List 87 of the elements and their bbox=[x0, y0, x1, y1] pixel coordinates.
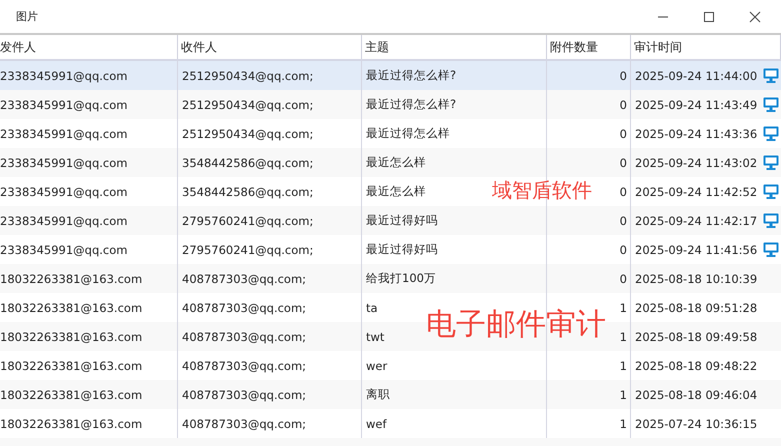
table-cell: 0 bbox=[620, 184, 627, 198]
table-cell: 1 bbox=[620, 416, 627, 430]
column-header[interactable]: 审计时间 bbox=[631, 35, 781, 59]
table-cell: 1 bbox=[620, 330, 627, 344]
table-cell: 2025-08-18 09:49:58 bbox=[635, 330, 758, 344]
table-cell: 408787303@qq.com; bbox=[182, 388, 306, 402]
table-cell: 0 bbox=[620, 242, 627, 256]
table-cell: 最近怎么样 bbox=[366, 184, 426, 199]
monitor-icon[interactable] bbox=[763, 242, 779, 257]
table-row[interactable]: 2338345991@qq.com 2512950434@qq.com; 最近过得怎么样? 0 2025-09-24 11:44:00 bbox=[0, 61, 781, 90]
table-cell: 2025-08-18 09:48:22 bbox=[635, 358, 758, 372]
table-cell: 2025-07-24 10:36:15 bbox=[635, 416, 758, 430]
table-cell: 2025-09-24 11:43:02 bbox=[635, 156, 758, 170]
table-cell: 1 bbox=[620, 358, 627, 372]
table-cell: 2338345991@qq.com bbox=[0, 184, 128, 198]
table-row[interactable]: 2338345991@qq.com 2795760241@qq.com; 最近过得好吗 0 2025-09-24 11:42:17 bbox=[0, 206, 781, 235]
monitor-icon[interactable] bbox=[763, 184, 779, 199]
table-cell: 2338345991@qq.com bbox=[0, 126, 128, 140]
table-cell: 3548442586@qq.com; bbox=[182, 184, 314, 198]
table-cell: 18032263381@163.com bbox=[0, 358, 142, 372]
table-cell: 2512950434@qq.com; bbox=[182, 98, 314, 112]
table-cell: 最近怎么样 bbox=[366, 155, 426, 170]
table-cell: 2025-09-24 11:44:00 bbox=[635, 68, 758, 82]
column-header[interactable]: 收件人 bbox=[178, 35, 362, 59]
table-cell: ta bbox=[366, 300, 378, 314]
table-cell: wef bbox=[366, 416, 387, 430]
table-cell: 2025-09-24 11:43:49 bbox=[635, 98, 758, 112]
annotation-text: 域智盾软件 bbox=[492, 177, 592, 204]
table-cell: 18032263381@163.com bbox=[0, 300, 142, 314]
monitor-icon[interactable] bbox=[763, 213, 779, 228]
table-cell: 408787303@qq.com; bbox=[182, 416, 306, 430]
table-cell: twt bbox=[366, 330, 384, 344]
table-cell: 408787303@qq.com; bbox=[182, 300, 306, 314]
table-cell: 18032263381@163.com bbox=[0, 272, 142, 286]
table-cell: 2338345991@qq.com bbox=[0, 242, 128, 256]
monitor-icon[interactable] bbox=[763, 155, 779, 170]
table-cell: 2795760241@qq.com; bbox=[182, 214, 314, 228]
monitor-icon[interactable] bbox=[763, 68, 779, 83]
table-cell: 2025-08-18 10:10:39 bbox=[635, 272, 758, 286]
table-cell: 3548442586@qq.com; bbox=[182, 156, 314, 170]
table-cell: 2338345991@qq.com bbox=[0, 156, 128, 170]
table-cell: 408787303@qq.com; bbox=[182, 330, 306, 344]
table-cell: 最近过得怎么样? bbox=[366, 68, 456, 83]
table-cell: 最近过得怎么样 bbox=[366, 126, 450, 141]
table-cell: 2025-08-18 09:51:28 bbox=[635, 300, 758, 314]
table-cell: 0 bbox=[620, 98, 627, 112]
monitor-icon[interactable] bbox=[763, 126, 779, 141]
table-cell: 18032263381@163.com bbox=[0, 416, 142, 430]
table-cell: 0 bbox=[620, 272, 627, 286]
table-cell: 2338345991@qq.com bbox=[0, 98, 128, 112]
column-header[interactable]: 主题 bbox=[362, 35, 547, 59]
column-header[interactable]: 发件人 bbox=[0, 35, 178, 59]
table-cell: 2795760241@qq.com; bbox=[182, 242, 314, 256]
table-cell: 0 bbox=[620, 156, 627, 170]
table-row[interactable]: 2338345991@qq.com 3548442586@qq.com; 最近怎么样 0 2025-09-24 11:43:02 bbox=[0, 148, 781, 177]
table-row[interactable]: 2338345991@qq.com 2512950434@qq.com; 最近过得怎么样? 0 2025-09-24 11:43:49 bbox=[0, 90, 781, 119]
table-cell: 最近过得好吗 bbox=[366, 213, 438, 228]
table-cell: 离职 bbox=[366, 387, 390, 402]
table-cell: 2512950434@qq.com; bbox=[182, 126, 314, 140]
table-cell: 0 bbox=[620, 214, 627, 228]
window-title: 图片 bbox=[16, 9, 38, 24]
table-cell: 最近过得怎么样? bbox=[366, 97, 456, 112]
table-cell: 最近过得好吗 bbox=[366, 242, 438, 257]
table-cell: 408787303@qq.com; bbox=[182, 272, 306, 286]
column-header[interactable]: 附件数量 bbox=[547, 35, 631, 59]
maximize-icon[interactable] bbox=[703, 10, 715, 22]
table-cell: 408787303@qq.com; bbox=[182, 358, 306, 372]
table-cell: 18032263381@163.com bbox=[0, 330, 142, 344]
monitor-icon[interactable] bbox=[763, 97, 779, 112]
close-icon[interactable] bbox=[749, 10, 761, 22]
table-cell: 2338345991@qq.com bbox=[0, 214, 128, 228]
table-cell: 2512950434@qq.com; bbox=[182, 68, 314, 82]
table-cell: 2025-08-18 09:46:04 bbox=[635, 388, 758, 402]
table-cell: 0 bbox=[620, 68, 627, 82]
table-cell: 1 bbox=[620, 300, 627, 314]
table-cell: 2025-09-24 11:42:17 bbox=[635, 214, 758, 228]
table-row[interactable]: 18032263381@163.com 408787303@qq.com; 离职 1 2025-08-18 09:46:04 bbox=[0, 380, 781, 409]
table-cell: 1 bbox=[620, 388, 627, 402]
table-cell: 18032263381@163.com bbox=[0, 388, 142, 402]
table-cell: 2338345991@qq.com bbox=[0, 68, 128, 82]
table-cell: 2025-09-24 11:43:36 bbox=[635, 126, 758, 140]
table-cell: 给我打100万 bbox=[366, 271, 436, 286]
table-cell: 2025-09-24 11:41:56 bbox=[635, 242, 758, 256]
table-cell: wer bbox=[366, 358, 388, 372]
table-cell: 0 bbox=[620, 126, 627, 140]
table-cell: 2025-09-24 11:42:52 bbox=[635, 184, 758, 198]
table-row[interactable]: 18032263381@163.com 408787303@qq.com; 给我打100万 0 2025-08-18 10:10:39 bbox=[0, 264, 781, 293]
